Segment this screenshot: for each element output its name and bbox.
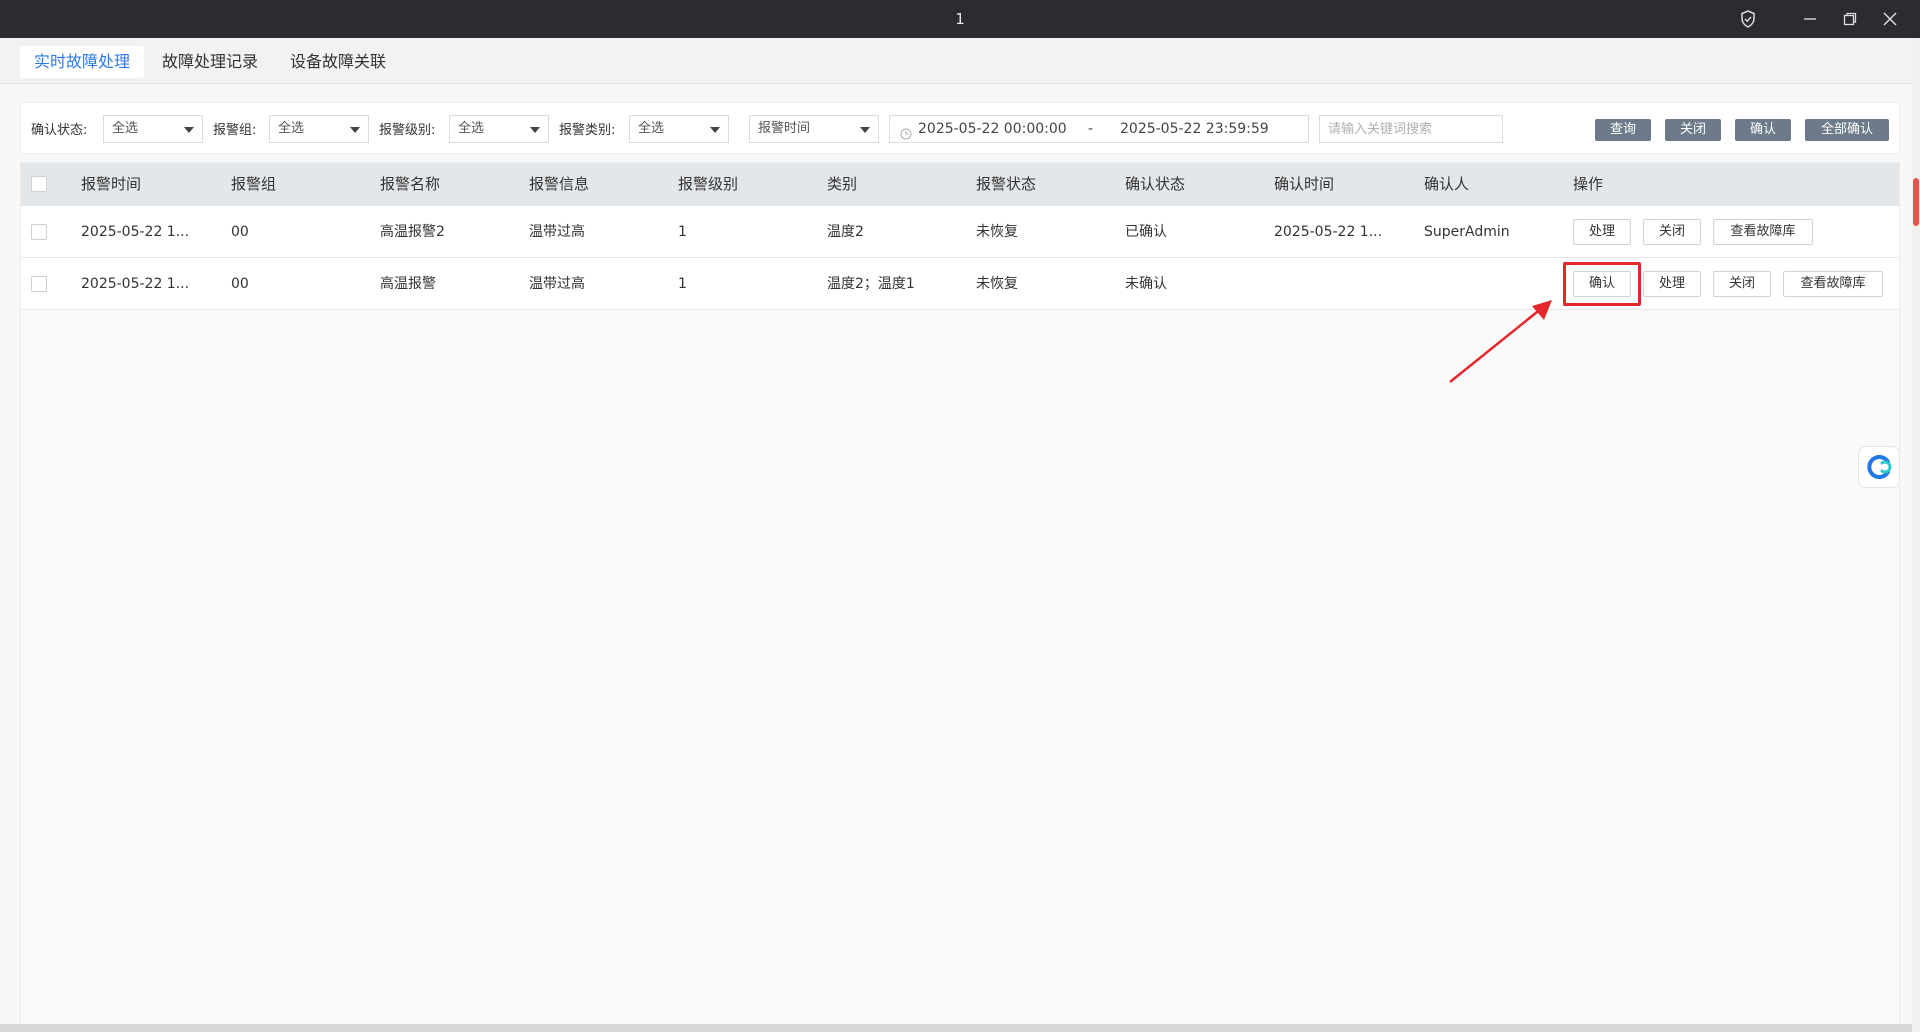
cell-name: 高温报警: [380, 276, 436, 292]
alarm-type-select[interactable]: 全选: [629, 115, 729, 143]
column-actions: 操作: [1573, 175, 1604, 193]
cell-confirmer: SuperAdmin: [1424, 224, 1510, 240]
caret-down-icon: [184, 127, 194, 133]
column-confirmer: 确认人: [1424, 175, 1470, 193]
process-button[interactable]: 处理: [1573, 219, 1631, 245]
tab-fault-records[interactable]: 故障处理记录: [148, 46, 272, 78]
column-category: 类别: [827, 175, 858, 193]
column-confirm-status: 确认状态: [1125, 175, 1186, 193]
confirm-status-label: 确认状态:: [31, 123, 88, 138]
cell-confirm-status: 未确认: [1125, 276, 1167, 292]
row-checkbox[interactable]: [31, 276, 47, 292]
alarm-type-value: 全选: [638, 121, 665, 136]
process-button[interactable]: 处理: [1643, 271, 1701, 297]
cell-alarm-time: 2025-05-22 1...: [81, 276, 190, 292]
alarm-group-select[interactable]: 全选: [269, 115, 369, 143]
query-button[interactable]: 查询: [1595, 119, 1651, 141]
caret-down-icon: [530, 127, 540, 133]
cell-level: 1: [678, 276, 687, 292]
cell-confirm-time: 2025-05-22 1...: [1274, 224, 1383, 240]
tab-device-fault-link[interactable]: 设备故障关联: [276, 46, 400, 78]
confirm-button[interactable]: 确认: [1735, 119, 1791, 141]
tab-bar: 实时故障处理 故障处理记录 设备故障关联: [0, 38, 1912, 84]
date-end: 2025-05-22 23:59:59: [1120, 121, 1269, 137]
column-confirm-time: 确认时间: [1274, 175, 1335, 193]
date-start: 2025-05-22 00:00:00: [918, 121, 1067, 137]
tab-realtime-fault[interactable]: 实时故障处理: [20, 46, 145, 78]
cell-info: 温带过高: [529, 276, 585, 292]
column-alarm-info: 报警信息: [529, 175, 590, 193]
cell-confirm-status: 已确认: [1125, 224, 1167, 240]
alarm-table: 报警时间 报警组 报警名称 报警信息 报警级别 类别 报警状态 确认状态 确认时…: [20, 162, 1900, 1026]
column-alarm-status: 报警状态: [976, 175, 1037, 193]
confirm-status-select[interactable]: 全选: [103, 115, 203, 143]
column-alarm-name: 报警名称: [380, 175, 441, 193]
cell-category: 温度2: [827, 224, 864, 240]
caret-down-icon: [860, 127, 870, 133]
close-button[interactable]: 关闭: [1665, 119, 1721, 141]
alarm-level-value: 全选: [458, 121, 485, 136]
caret-down-icon: [350, 127, 360, 133]
time-field-select[interactable]: 报警时间: [749, 115, 879, 143]
window-title: 1: [955, 10, 965, 28]
horizontal-scrollbar[interactable]: [0, 1024, 1912, 1032]
cell-alarm-status: 未恢复: [976, 276, 1018, 292]
restore-icon[interactable]: [1830, 0, 1870, 38]
title-bar: 1: [0, 0, 1920, 38]
alarm-level-label: 报警级别:: [379, 123, 436, 138]
alarm-type-label: 报警类别:: [559, 123, 616, 138]
minimize-icon[interactable]: [1790, 0, 1830, 38]
select-all-checkbox[interactable]: [31, 176, 47, 192]
cell-info: 温带过高: [529, 224, 585, 240]
cell-alarm-status: 未恢复: [976, 224, 1018, 240]
table-row: 2025-05-22 1... 00 高温报警2 温带过高 1 温度2 未恢复 …: [21, 206, 1899, 258]
search-input[interactable]: [1319, 115, 1503, 143]
cell-alarm-time: 2025-05-22 1...: [81, 224, 190, 240]
cell-group: 00: [231, 276, 249, 292]
row-checkbox[interactable]: [31, 224, 47, 240]
cell-level: 1: [678, 224, 687, 240]
alarm-group-label: 报警组:: [213, 123, 257, 138]
caret-down-icon: [710, 127, 720, 133]
close-alarm-button[interactable]: 关闭: [1713, 271, 1771, 297]
shield-icon[interactable]: [1728, 0, 1768, 38]
arrow-annotation: [1449, 300, 1552, 383]
table-header: 报警时间 报警组 报警名称 报警信息 报警级别 类别 报警状态 确认状态 确认时…: [21, 163, 1899, 206]
column-alarm-level: 报警级别: [678, 175, 739, 193]
date-range-picker[interactable]: 2025-05-22 00:00:00 - 2025-05-22 23:59:5…: [889, 115, 1309, 143]
close-icon[interactable]: [1870, 0, 1910, 38]
date-separator: -: [1088, 121, 1094, 137]
column-alarm-time: 报警时间: [81, 175, 142, 193]
vertical-scrollbar-thumb[interactable]: [1913, 178, 1919, 226]
alarm-level-select[interactable]: 全选: [449, 115, 549, 143]
column-alarm-group: 报警组: [231, 175, 277, 193]
main-area: 确认状态: 全选 报警组: 全选 报警级别: 全选 报警类别: 全选 报警时间: [0, 84, 1912, 1026]
time-field-value: 报警时间: [758, 121, 811, 136]
confirm-status-value: 全选: [112, 121, 139, 136]
view-fault-library-button[interactable]: 查看故障库: [1783, 271, 1883, 297]
assistant-icon[interactable]: [1858, 446, 1900, 488]
filter-bar: 确认状态: 全选 报警组: 全选 报警级别: 全选 报警类别: 全选 报警时间: [20, 102, 1900, 154]
confirm-all-button[interactable]: 全部确认: [1805, 119, 1889, 141]
highlight-box: [1563, 262, 1641, 306]
view-fault-library-button[interactable]: 查看故障库: [1713, 219, 1813, 245]
close-alarm-button[interactable]: 关闭: [1643, 219, 1701, 245]
clock-icon: [900, 123, 912, 149]
alarm-group-value: 全选: [278, 121, 305, 136]
cell-name: 高温报警2: [380, 224, 445, 240]
cell-category: 温度2；温度1: [827, 276, 915, 292]
cell-group: 00: [231, 224, 249, 240]
